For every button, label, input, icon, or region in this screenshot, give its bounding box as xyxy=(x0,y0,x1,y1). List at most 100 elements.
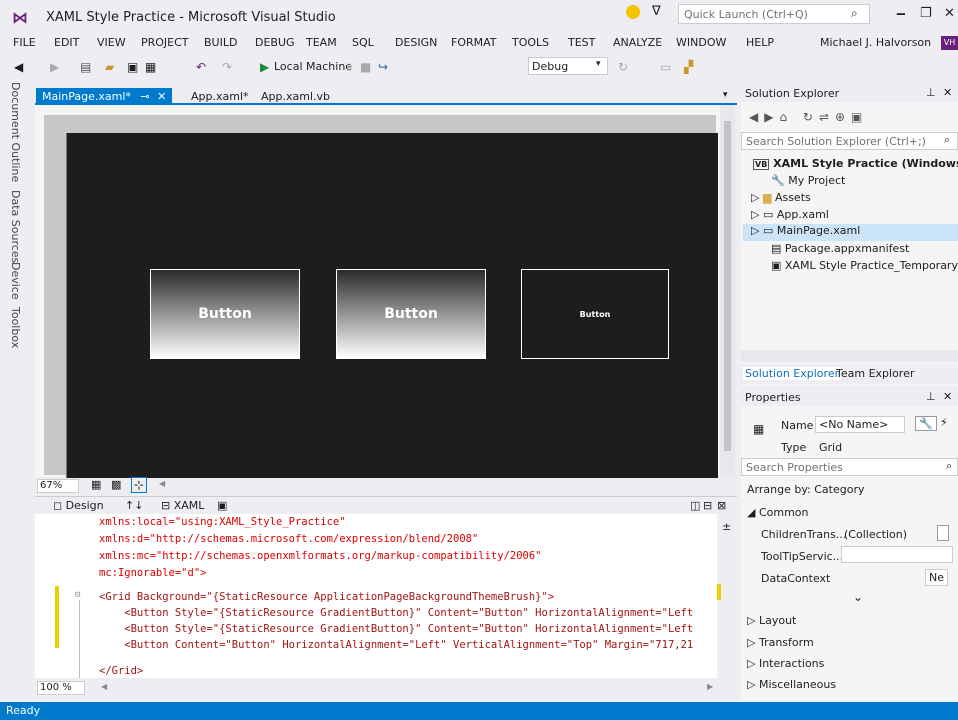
redo-icon[interactable]: ↷ xyxy=(222,59,232,75)
collapse-region-icon[interactable]: ⊟ xyxy=(75,590,80,600)
format-icon[interactable]: ▞ xyxy=(684,59,693,75)
tab-team-explorer[interactable]: Team Explorer xyxy=(836,367,914,380)
tree-item-app-xaml[interactable]: ▷ ▭ App.xaml xyxy=(751,208,829,221)
snap-grid-icon[interactable]: ▩ xyxy=(111,478,121,491)
save-all-icon[interactable]: ▦ xyxy=(145,59,156,75)
events-lightning-button[interactable]: ⚡ xyxy=(937,416,951,429)
expand-more-chevron-icon[interactable]: ⌄ xyxy=(853,590,863,604)
restore-button[interactable]: ❐ xyxy=(920,6,932,21)
pin-icon[interactable]: ⊸ xyxy=(140,90,149,103)
category-layout[interactable]: ▷ Layout xyxy=(747,614,796,627)
expand-arrow-icon[interactable]: ▷ xyxy=(751,208,763,221)
menu-debug[interactable]: DEBUG xyxy=(255,36,295,49)
datacontext-new-button[interactable]: Ne xyxy=(925,569,948,586)
back-icon[interactable]: ◀ xyxy=(14,59,23,75)
menu-project[interactable]: PROJECT xyxy=(141,36,189,49)
user-name[interactable]: Michael J. Halvorson xyxy=(820,36,931,49)
properties-wrench-button[interactable]: 🔧 xyxy=(915,416,937,431)
code-zoom-dropdown[interactable]: 100 % xyxy=(37,681,85,695)
save-icon[interactable]: ▣ xyxy=(127,59,138,75)
split-horizontal-icon[interactable]: ◫ xyxy=(690,499,700,512)
split-editor-icon[interactable]: ± xyxy=(722,520,731,533)
run-target[interactable]: Local Machine xyxy=(274,59,352,75)
properties-search-box[interactable]: Search Properties ⌕ xyxy=(741,458,958,476)
tab-solution-explorer[interactable]: Solution Explorer xyxy=(743,367,842,380)
swap-panes-button[interactable]: ↑↓ xyxy=(125,499,143,512)
tree-item-temporary-key[interactable]: ▣ XAML Style Practice_TemporaryKe xyxy=(771,259,958,272)
scrollbar-thumb[interactable] xyxy=(724,121,731,451)
start-debug-icon[interactable]: ▶ xyxy=(260,59,269,75)
config-dropdown[interactable]: Debug ▾ xyxy=(528,57,608,75)
menu-test[interactable]: TEST xyxy=(568,36,595,49)
menu-edit[interactable]: EDIT xyxy=(54,36,79,49)
panel-pin-icon[interactable]: ⊥ xyxy=(926,390,936,403)
tooltip-field[interactable] xyxy=(841,546,953,563)
solution-horizontal-scrollbar[interactable] xyxy=(741,350,958,362)
category-transform[interactable]: ▷ Transform xyxy=(747,636,814,649)
gradient-button-1[interactable]: Button xyxy=(150,269,300,359)
category-common[interactable]: ◢ Common xyxy=(747,506,809,519)
tab-toolbox[interactable]: Toolbox xyxy=(9,307,22,348)
category-interactions[interactable]: ▷ Interactions xyxy=(747,657,824,670)
panel-pin-icon[interactable]: ⊥ xyxy=(926,86,936,99)
code-vertical-scrollbar[interactable]: ± xyxy=(717,514,737,678)
expand-arrow-icon[interactable]: ▷ xyxy=(751,191,763,204)
panel-close-icon[interactable]: ✕ xyxy=(943,86,952,99)
tab-device[interactable]: Device xyxy=(9,262,22,300)
refresh-icon[interactable]: ↻ xyxy=(618,59,628,75)
solution-node[interactable]: VB XAML Style Practice (Windows 8.1) xyxy=(753,157,958,170)
solution-search-input[interactable]: Search Solution Explorer (Ctrl+;) xyxy=(746,135,926,148)
undo-icon[interactable]: ↶ xyxy=(196,59,206,75)
name-field[interactable]: <No Name> xyxy=(815,416,905,433)
feedback-smiley-icon[interactable] xyxy=(626,5,640,19)
pause-icon[interactable]: ॥ xyxy=(345,59,352,75)
menu-design[interactable]: DESIGN xyxy=(395,36,437,49)
scroll-left-icon[interactable]: ◀ xyxy=(159,479,165,488)
grid-toggle-icon[interactable]: ▦ xyxy=(91,478,101,491)
close-button[interactable]: ✕ xyxy=(944,6,955,21)
code-scroll-right-icon[interactable]: ▶ xyxy=(707,682,713,691)
stop-icon[interactable]: ■ xyxy=(360,59,371,75)
tab-data-sources[interactable]: Data Sources xyxy=(9,190,22,263)
minimize-button[interactable]: ‒ xyxy=(896,6,906,22)
split-vertical-icon[interactable]: ⊟ xyxy=(703,499,712,512)
step-over-icon[interactable]: ↪ xyxy=(378,59,388,75)
zoom-dropdown[interactable]: 67% xyxy=(37,479,79,493)
plain-button[interactable]: Button xyxy=(521,269,669,359)
solution-search-box[interactable]: Search Solution Explorer (Ctrl+;) ⌕ xyxy=(741,132,958,150)
menu-format[interactable]: FORMAT xyxy=(451,36,497,49)
menu-file[interactable]: FILE xyxy=(13,36,36,49)
quick-launch-box[interactable]: Quick Launch (Ctrl+Q) ⌕ xyxy=(678,4,870,24)
open-file-icon[interactable]: ▰ xyxy=(105,59,114,75)
close-tab-icon[interactable]: ✕ xyxy=(157,90,166,103)
code-scroll-left-icon[interactable]: ◀ xyxy=(101,682,107,691)
notifications-flag-icon[interactable]: ∇ xyxy=(652,4,661,19)
tree-item-mainpage-xaml[interactable]: ▷ ▭ MainPage.xaml xyxy=(743,224,958,241)
popout-xaml-icon[interactable]: ▣ xyxy=(217,499,227,512)
category-miscellaneous[interactable]: ▷ Miscellaneous xyxy=(747,678,836,691)
gradient-button-2[interactable]: Button xyxy=(336,269,486,359)
panel-close-icon[interactable]: ✕ xyxy=(943,390,952,403)
forward-icon[interactable]: ▶ xyxy=(50,59,59,75)
tab-document-outline[interactable]: Document Outline xyxy=(9,82,22,182)
design-vertical-scrollbar[interactable] xyxy=(720,105,735,477)
xaml-code-editor[interactable]: ⊟ xmlns:local="using:XAML_Style_Practice… xyxy=(35,514,717,678)
menu-tools[interactable]: TOOLS xyxy=(512,36,549,49)
find-icon[interactable]: ▭ xyxy=(660,59,671,75)
new-project-icon[interactable]: ▤ xyxy=(80,59,91,75)
snap-lines-icon[interactable]: ⊹ xyxy=(131,477,148,493)
menu-team[interactable]: TEAM xyxy=(306,36,337,49)
tree-item-assets[interactable]: ▷ ▆ Assets xyxy=(751,191,811,204)
menu-view[interactable]: VIEW xyxy=(97,36,126,49)
tree-item-my-project[interactable]: 🔧 My Project xyxy=(771,174,845,187)
xaml-tab[interactable]: ⊟ XAML xyxy=(161,499,204,512)
menu-sql[interactable]: SQL xyxy=(352,36,374,49)
user-badge[interactable]: VH xyxy=(941,36,958,50)
menu-analyze[interactable]: ANALYZE xyxy=(613,36,662,49)
expand-arrow-icon[interactable]: ▷ xyxy=(751,224,763,237)
arrange-by-dropdown[interactable]: Arrange by: Category xyxy=(747,483,864,496)
collapse-pane-icon[interactable]: ⊠ xyxy=(717,499,726,512)
menu-build[interactable]: BUILD xyxy=(204,36,237,49)
menu-window[interactable]: WINDOW xyxy=(676,36,726,49)
menu-help[interactable]: HELP xyxy=(746,36,774,49)
